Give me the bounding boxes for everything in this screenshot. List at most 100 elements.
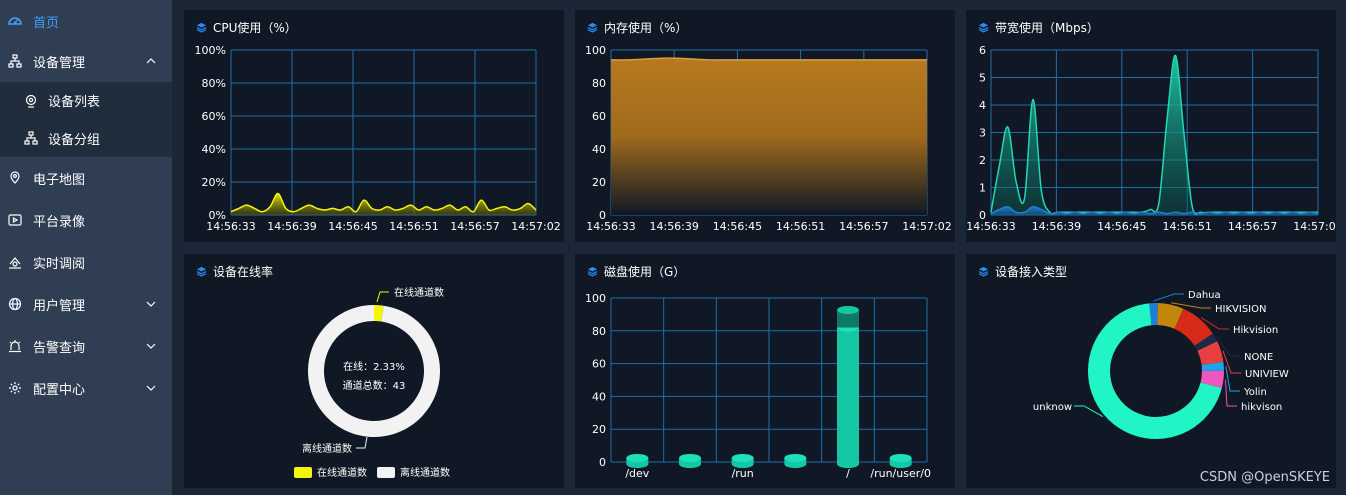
y-tick-label: 60 xyxy=(592,110,606,123)
panel-title: 设备在线率 xyxy=(196,263,273,280)
y-tick-label: 20% xyxy=(202,176,226,189)
y-tick-label: 80 xyxy=(592,77,606,90)
x-tick-label: 14:56:57 xyxy=(450,220,499,233)
y-tick-label: 6 xyxy=(979,44,986,57)
x-tick-label: 14:56:33 xyxy=(586,220,635,233)
panel-title: 磁盘使用（G） xyxy=(587,263,685,280)
x-tick-label: 14:57:02 xyxy=(902,220,951,233)
sidebar-item-label: 设备分组 xyxy=(48,132,101,148)
sidebar-item-users[interactable]: 用户管理 xyxy=(0,283,172,325)
panel-title: CPU使用（%） xyxy=(196,19,297,36)
bar-cap xyxy=(837,306,859,314)
panel-title: 带宽使用（Mbps） xyxy=(978,19,1099,36)
watermark: CSDN @OpenSKEYE xyxy=(1199,470,1330,485)
layers-icon xyxy=(587,266,598,277)
leader-line xyxy=(1074,405,1104,418)
x-tick-label: /run xyxy=(732,467,754,480)
slice-label: 在线通道数 xyxy=(394,286,444,299)
bar-cap xyxy=(626,454,649,462)
leader-line xyxy=(356,436,368,449)
layers-icon xyxy=(196,22,207,33)
y-tick-label: 2 xyxy=(979,154,986,167)
panel-title: 设备接入类型 xyxy=(978,263,1067,280)
leader-line xyxy=(376,291,389,303)
center-text: 通道总数：43 xyxy=(343,379,406,392)
legend-label: 离线通道数 xyxy=(400,466,450,479)
y-tick-label: 60 xyxy=(592,358,606,371)
legend-swatch xyxy=(377,467,395,478)
dashboard-icon xyxy=(8,14,22,28)
leader-line xyxy=(1222,350,1241,374)
sidebar-item-label: 平台录像 xyxy=(33,214,86,230)
sidebar-item-label: 实时调阅 xyxy=(33,256,86,272)
online-rate-chart: 在线通道数离线通道数在线：2.33%通道总数：43在线通道数 离线通道数 xyxy=(294,286,450,479)
sidebar: 首页 设备管理 设备列表 设备分组 电子地图 平台录像 实时调阅 用户管理 告警… xyxy=(0,0,172,495)
access-type-panel: Dahua HIKVISION Hikvision NONE UNIVIEW Yolin h… xyxy=(966,254,1336,488)
x-tick-label: 14:56:57 xyxy=(839,220,888,233)
x-tick-label: 14:56:39 xyxy=(1032,220,1081,233)
chevron-down-icon xyxy=(146,343,156,349)
layers-icon xyxy=(978,266,989,277)
device-tree-icon xyxy=(8,54,22,68)
y-tick-label: 40 xyxy=(592,390,606,403)
bandwidth-title: 带宽使用（Mbps） xyxy=(995,21,1099,35)
bar-cap xyxy=(784,454,807,462)
map-icon xyxy=(8,171,22,185)
x-tick-label: 14:56:39 xyxy=(267,220,316,233)
y-tick-label: 5 xyxy=(979,72,986,85)
leader-line xyxy=(1153,293,1184,302)
leader-line xyxy=(1224,379,1237,407)
memory-title: 内存使用（%） xyxy=(604,21,688,35)
slice-label: Dahua xyxy=(1188,290,1221,301)
sidebar-item-alarms[interactable]: 告警查询 xyxy=(0,325,172,367)
x-tick-label: 14:56:57 xyxy=(1228,220,1277,233)
bar-cap xyxy=(731,454,754,462)
legend-label: 在线通道数 xyxy=(317,466,367,479)
y-tick-label: 40% xyxy=(202,143,226,156)
gear-icon xyxy=(8,381,22,395)
slice-label: unknow xyxy=(1033,402,1072,413)
x-tick-label: 14:56:45 xyxy=(713,220,762,233)
sidebar-item-device-management[interactable]: 设备管理 xyxy=(0,40,172,82)
sidebar-item-live[interactable]: 实时调阅 xyxy=(0,241,172,283)
slice-label: hikvison xyxy=(1241,402,1282,413)
y-tick-label: 100 xyxy=(585,292,606,305)
slice-label: NONE xyxy=(1244,352,1273,363)
x-tick-label: 14:56:39 xyxy=(649,220,698,233)
layers-icon xyxy=(978,22,989,33)
sidebar-item-home[interactable]: 首页 xyxy=(0,0,172,42)
sidebar-item-label: 告警查询 xyxy=(33,340,86,356)
slice-label: Yolin xyxy=(1243,387,1267,398)
access-type-chart: Dahua HIKVISION Hikvision NONE UNIVIEW Yolin h… xyxy=(1033,290,1289,439)
disk-title: 磁盘使用（G） xyxy=(604,265,686,279)
series-area xyxy=(611,58,927,215)
memory-panel: 0 20 40 60 80 100 14:56:33 14:56:39 14:56:45 14:5… xyxy=(575,10,955,242)
y-tick-label: 60% xyxy=(202,110,226,123)
sidebar-item-label: 设备管理 xyxy=(33,55,86,71)
live-view-icon xyxy=(8,255,22,269)
chevron-down-icon xyxy=(146,301,156,307)
panel-title: 内存使用（%） xyxy=(587,19,687,36)
sidebar-item-config[interactable]: 配置中心 xyxy=(0,367,172,409)
chevron-up-icon xyxy=(146,58,156,64)
slice-label: Hikvision xyxy=(1233,325,1278,336)
sidebar-item-map[interactable]: 电子地图 xyxy=(0,157,172,199)
x-tick-label: 14:56:33 xyxy=(206,220,255,233)
x-tick-label: /dev xyxy=(625,467,649,480)
sidebar-item-device-group[interactable]: 设备分组 xyxy=(0,119,172,157)
x-tick-label: 14:56:51 xyxy=(776,220,825,233)
video-icon xyxy=(8,213,22,227)
sidebar-item-label: 电子地图 xyxy=(33,172,86,188)
x-tick-label: 14:56:51 xyxy=(1162,220,1211,233)
y-tick-label: 100% xyxy=(195,44,226,57)
group-tree-icon xyxy=(24,131,38,145)
cpu-chart: 0%20%40%60%80%100%14:56:33 14:56:39 14:56:… xyxy=(195,44,561,233)
y-tick-label: 80 xyxy=(592,325,606,338)
leader-line xyxy=(1225,366,1240,392)
layers-icon xyxy=(196,266,207,277)
sidebar-item-device-list[interactable]: 设备列表 xyxy=(0,82,172,119)
y-tick-label: 40 xyxy=(592,143,606,156)
sidebar-item-label: 用户管理 xyxy=(33,298,86,314)
disk-chart: 0 20 40 60 80 100/dev/run / /run/user/0 xyxy=(585,292,931,480)
sidebar-item-recordings[interactable]: 平台录像 xyxy=(0,199,172,241)
